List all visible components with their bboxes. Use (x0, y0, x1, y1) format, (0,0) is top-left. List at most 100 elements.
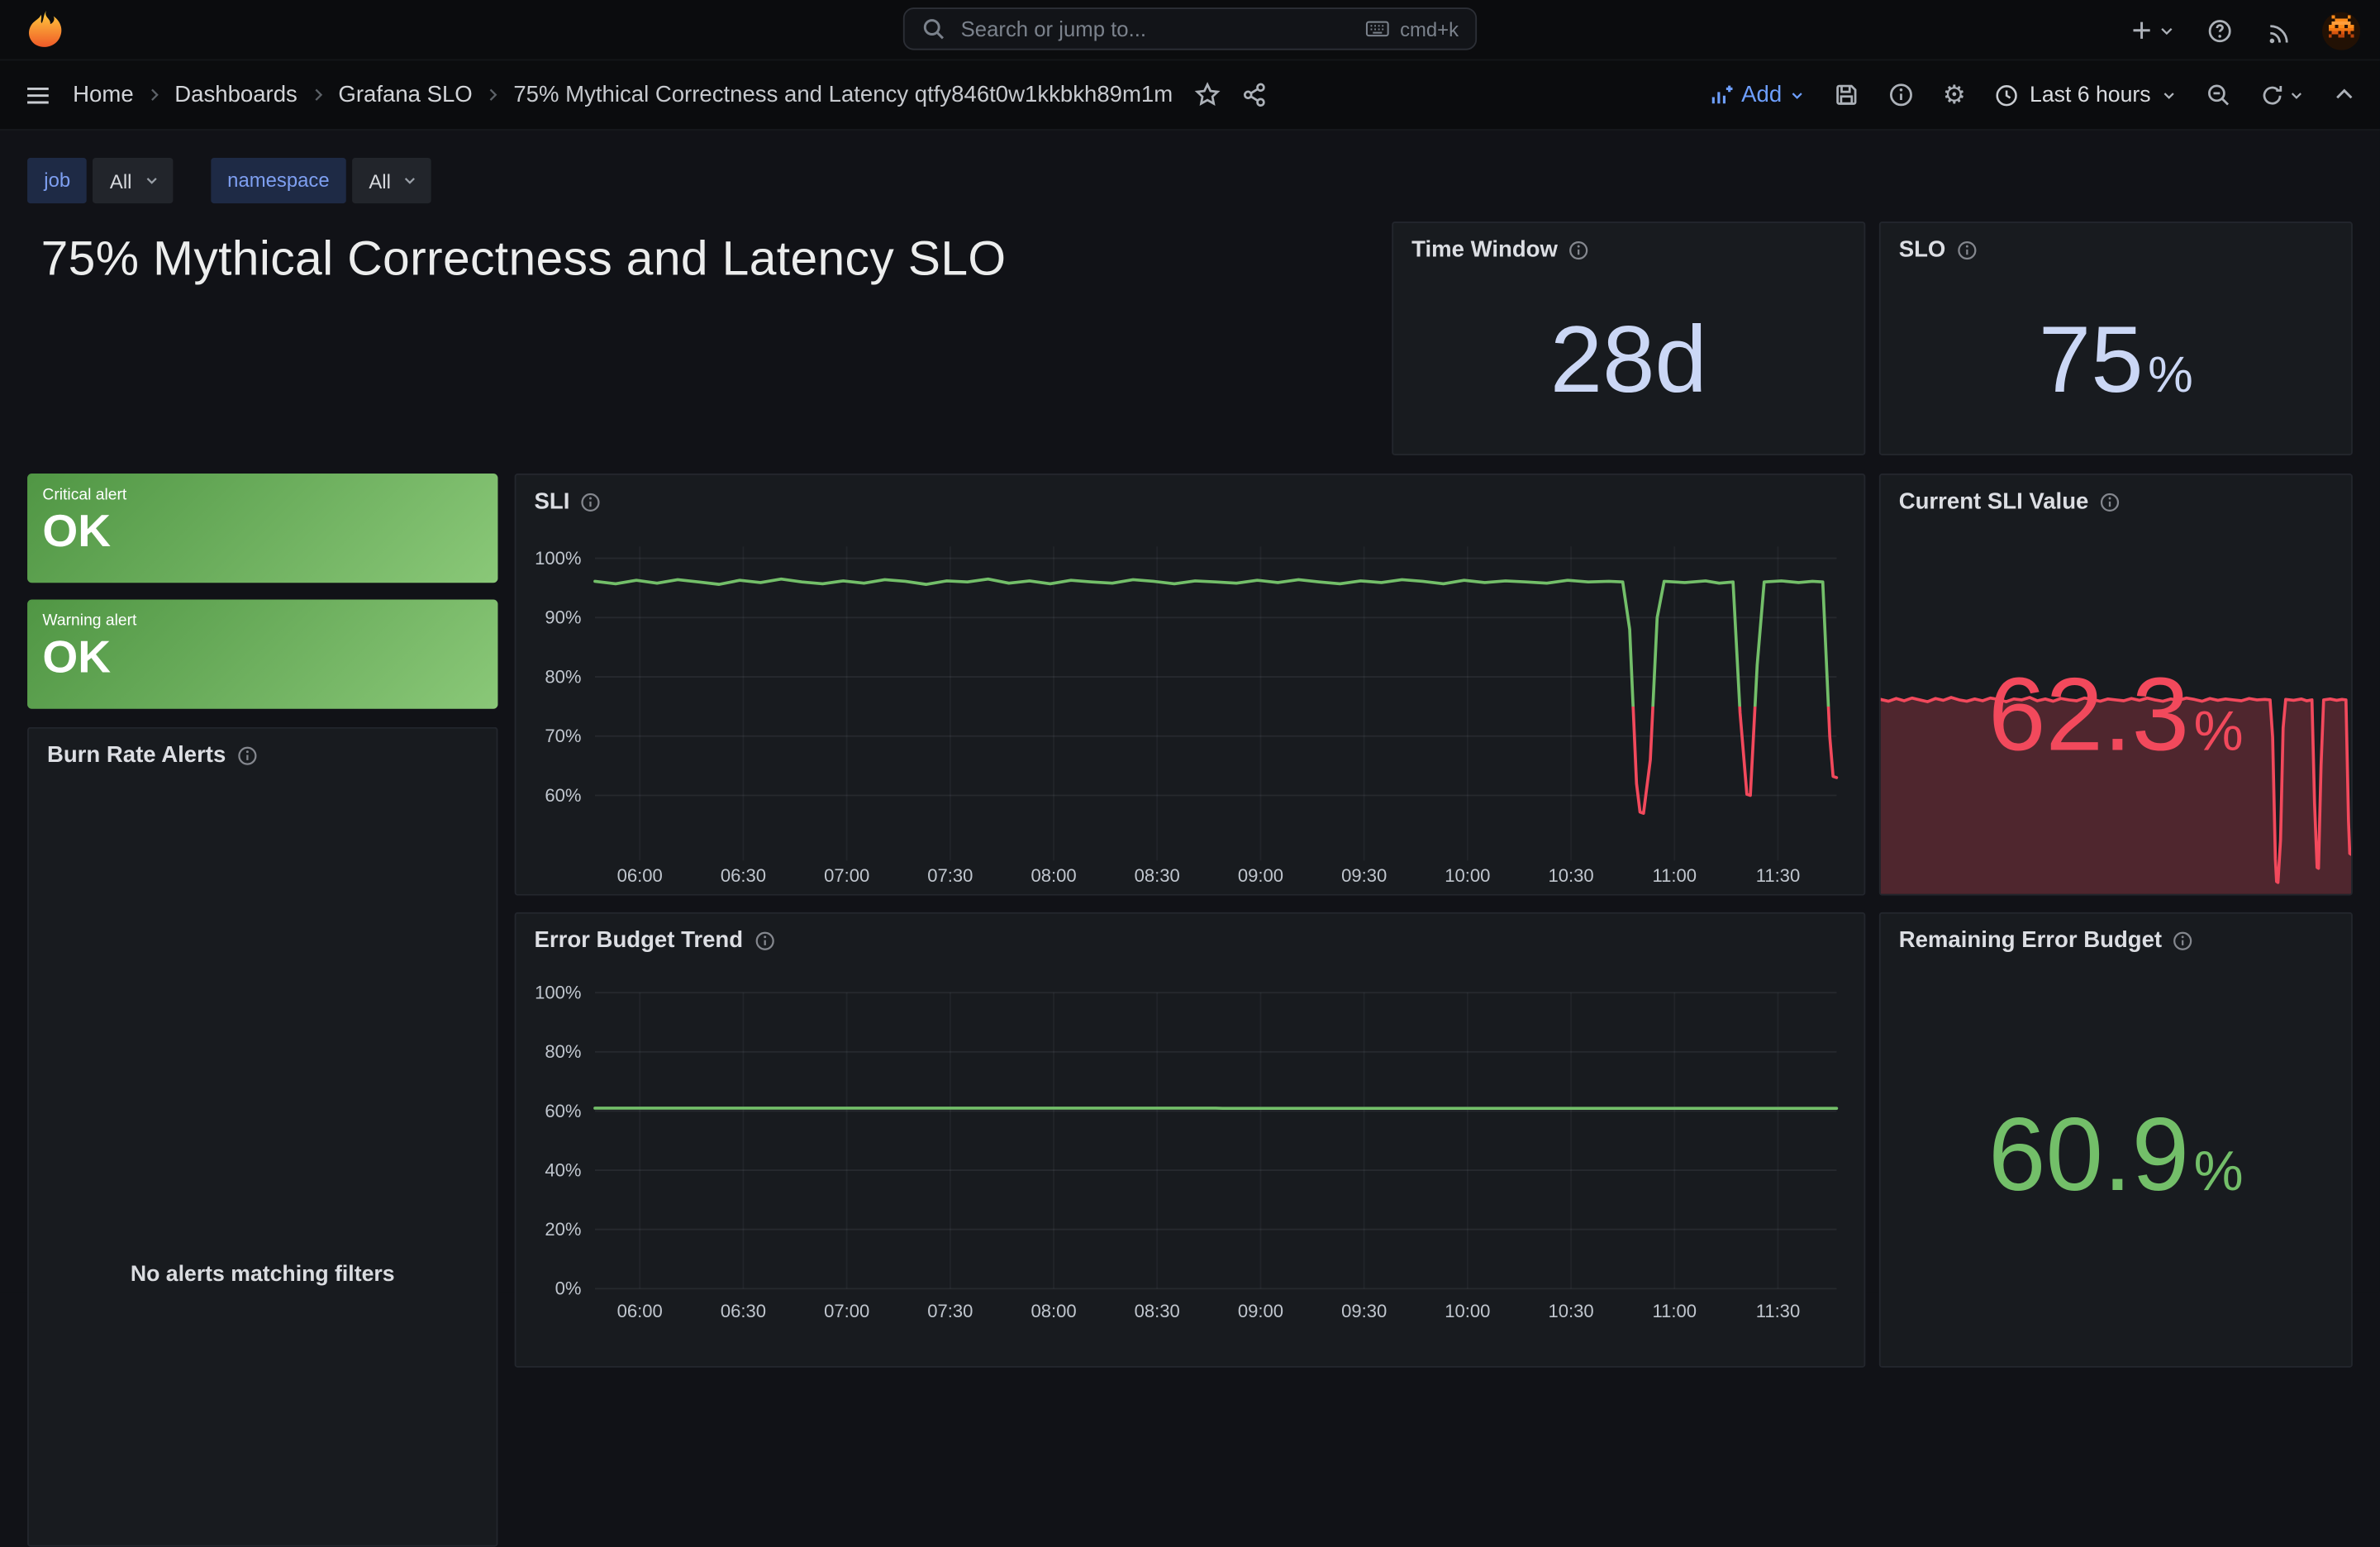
svg-text:10:00: 10:00 (1445, 865, 1490, 886)
share-button[interactable] (1241, 82, 1267, 107)
variable-namespace-select[interactable]: All (352, 158, 431, 203)
grafana-logo-icon[interactable] (24, 9, 65, 50)
grafana-dashboard: cmd+k (0, 0, 2380, 1292)
save-icon (1834, 82, 1859, 107)
panel-warning-alert[interactable]: Warning alert OK (27, 599, 497, 708)
info-icon[interactable] (2173, 930, 2194, 951)
breadcrumb-folder[interactable]: Grafana SLO (338, 82, 472, 107)
svg-text:100%: 100% (535, 548, 581, 569)
chevron-down-icon (2161, 88, 2176, 102)
panel-sli: SLI 06:0006:3007:0007:3008:0008:3009:000… (515, 474, 1866, 896)
panel-current-sli-value: Current SLI Value 62.3% (1879, 474, 2353, 896)
alert-label: Warning alert (42, 612, 136, 630)
panel-title: Current SLI Value (1899, 488, 2089, 514)
variable-namespace-value: All (369, 169, 391, 193)
topbar-actions (2130, 0, 2360, 60)
no-alerts-message: No alerts matching filters (29, 1263, 497, 1287)
time-range-picker[interactable]: Last 6 hours (1995, 83, 2177, 107)
plus-icon (2130, 18, 2154, 42)
sli-chart[interactable]: 06:0006:3007:0007:3008:0008:3009:0009:30… (516, 475, 1864, 894)
favorite-button[interactable] (1194, 82, 1220, 107)
svg-text:06:00: 06:00 (617, 1301, 663, 1321)
refresh-button[interactable] (2260, 83, 2304, 107)
panel-title: Error Budget Trend (535, 927, 744, 953)
user-avatar[interactable] (2322, 12, 2360, 50)
zoom-out-button[interactable] (2206, 82, 2231, 107)
menu-button[interactable] (24, 81, 51, 108)
svg-text:11:00: 11:00 (1653, 1301, 1697, 1321)
info-icon[interactable] (1568, 239, 1590, 260)
dashboard-settings-button[interactable]: ⚙ (1943, 82, 1966, 107)
svg-text:07:00: 07:00 (824, 865, 869, 886)
current-sli-value: 62.3% (1881, 664, 2351, 767)
alert-label: Critical alert (42, 486, 126, 504)
rss-icon (2264, 17, 2290, 43)
svg-text:09:30: 09:30 (1341, 865, 1387, 886)
news-button[interactable] (2264, 17, 2290, 43)
search-icon (921, 17, 945, 40)
dashboard-insights-button[interactable] (1888, 82, 1914, 107)
error-budget-chart[interactable]: 06:0006:3007:0007:3008:0008:3009:0009:30… (516, 914, 1864, 1366)
svg-text:08:30: 08:30 (1135, 865, 1180, 886)
share-icon (1241, 82, 1267, 107)
variable-job-select[interactable]: All (93, 158, 173, 203)
panel-remaining-error-budget: Remaining Error Budget 60.9% (1879, 912, 2353, 1368)
info-icon[interactable] (754, 930, 775, 951)
svg-text:100%: 100% (535, 983, 581, 1003)
save-dashboard-button[interactable] (1834, 82, 1859, 107)
star-icon (1194, 82, 1220, 107)
help-button[interactable] (2207, 17, 2233, 43)
chevron-right-icon (310, 87, 326, 103)
panel-slo: SLO 75% (1879, 221, 2353, 455)
svg-text:09:00: 09:00 (1238, 865, 1283, 886)
gear-icon: ⚙ (1943, 82, 1966, 107)
breadcrumb-home[interactable]: Home (73, 82, 133, 107)
svg-text:60%: 60% (545, 1101, 581, 1121)
info-icon[interactable] (580, 491, 602, 512)
new-button[interactable] (2130, 18, 2175, 42)
collapse-toolbar-button[interactable] (2333, 83, 2356, 107)
info-icon[interactable] (1956, 239, 1978, 260)
refresh-icon (2260, 83, 2284, 107)
time-range-label: Last 6 hours (2030, 83, 2151, 107)
svg-text:80%: 80% (545, 666, 581, 687)
chevron-down-icon (2289, 88, 2304, 102)
add-button[interactable]: Add (1710, 82, 1805, 107)
dashboard-toolbar: Home Dashboards Grafana SLO 75% Mythical… (0, 60, 2380, 130)
top-bar: cmd+k (0, 0, 2380, 60)
chevron-down-icon (2159, 22, 2175, 39)
time-window-value: 28d (1393, 314, 1864, 408)
svg-text:80%: 80% (545, 1041, 581, 1062)
variable-namespace: namespace All (211, 158, 432, 203)
panel-error-budget-trend: Error Budget Trend 06:0006:3007:0007:300… (515, 912, 1866, 1368)
chevron-right-icon (145, 87, 162, 103)
breadcrumb-dashboards[interactable]: Dashboards (174, 82, 298, 107)
info-icon[interactable] (2099, 491, 2121, 512)
chevron-down-icon (144, 173, 159, 188)
search-bar[interactable]: cmd+k (903, 7, 1477, 50)
avatar-pixel-art (2322, 12, 2360, 50)
slo-value: 75% (1881, 314, 2351, 408)
svg-text:0%: 0% (555, 1278, 582, 1299)
panel-critical-alert[interactable]: Critical alert OK (27, 474, 497, 583)
zoom-out-icon (2206, 82, 2231, 107)
keyboard-icon (1365, 17, 1391, 40)
svg-text:11:30: 11:30 (1756, 865, 1801, 886)
variable-job-label: job (27, 158, 87, 203)
svg-text:60%: 60% (545, 785, 581, 806)
svg-text:08:00: 08:00 (1031, 865, 1076, 886)
svg-text:08:00: 08:00 (1031, 1301, 1076, 1321)
search-input[interactable] (958, 15, 1353, 42)
add-button-label: Add (1741, 82, 1782, 107)
svg-text:07:30: 07:30 (927, 865, 973, 886)
svg-text:10:30: 10:30 (1548, 1301, 1593, 1321)
svg-text:10:00: 10:00 (1445, 1301, 1490, 1321)
question-circle-icon (2207, 17, 2233, 43)
breadcrumb-current: 75% Mythical Correctness and Latency qtf… (513, 82, 1173, 107)
chevron-down-icon (1789, 88, 1804, 102)
chevron-up-icon (2333, 83, 2356, 107)
svg-text:11:30: 11:30 (1756, 1301, 1801, 1321)
toolbar-actions: Add ⚙ La (1710, 82, 2356, 107)
shortcut-label: cmd+k (1400, 17, 1459, 40)
info-icon[interactable] (236, 745, 258, 766)
